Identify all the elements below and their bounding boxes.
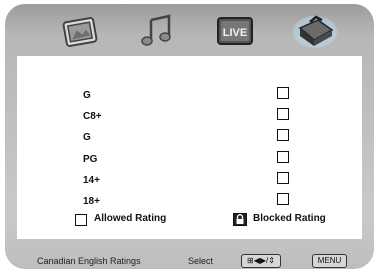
rating-label: G (83, 132, 91, 143)
rating-label: 14+ (83, 175, 100, 186)
live-tv-icon[interactable]: LIVE (210, 8, 260, 52)
footer-bar: Canadian English Ratings Select ⊞◀▶/⇕ ME… (5, 250, 374, 268)
allowed-rating-label: Allowed Rating (94, 213, 167, 224)
rating-label: G (83, 90, 91, 101)
menu-key-button[interactable]: MENU (312, 254, 347, 268)
rating-label: C8+ (83, 111, 102, 122)
lock-icon (233, 213, 247, 226)
rating-checkbox[interactable] (277, 129, 289, 141)
select-label: Select (188, 256, 214, 266)
footer-title: Canadian English Ratings (37, 256, 141, 266)
rating-checkbox[interactable] (277, 108, 289, 120)
nav-key-button[interactable]: ⊞◀▶/⇕ (241, 254, 281, 268)
ratings-panel: G C8+ G PG 14+ 18+ Allowed Rating Blocke… (17, 56, 362, 239)
rating-label: PG (83, 154, 98, 165)
rating-checkbox[interactable] (277, 172, 289, 184)
picture-icon[interactable] (55, 8, 105, 52)
blocked-rating-label: Blocked Rating (253, 213, 326, 224)
rating-checkbox[interactable] (277, 151, 289, 163)
allowed-rating-box (75, 214, 87, 226)
live-label: LIVE (223, 27, 247, 39)
settings-toolbox-icon[interactable] (290, 8, 340, 52)
rating-label: 18+ (83, 196, 100, 207)
menu-frame: LIVE G C8+ G PG 14+ 18+ Allowed Rating B… (5, 4, 374, 269)
tab-bar: LIVE (5, 4, 374, 54)
rating-checkbox[interactable] (277, 193, 289, 205)
music-note-icon[interactable] (133, 8, 183, 52)
rating-checkbox[interactable] (277, 87, 289, 99)
